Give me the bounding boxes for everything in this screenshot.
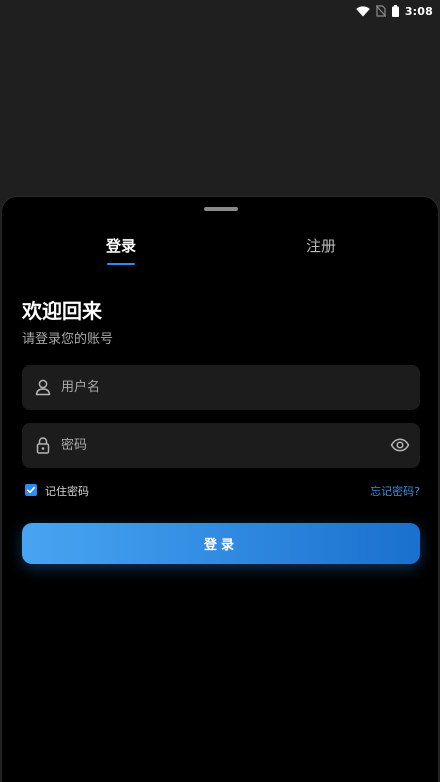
remember-label[interactable]: 记住密码 — [45, 483, 89, 499]
wifi-icon — [356, 5, 370, 16]
status-bar: 3:08 — [0, 0, 440, 22]
login-sheet: 登录 注册 欢迎回来 请登录您的账号 用户名 记住密码 忘记密码? 登录 — [1, 196, 439, 782]
no-sim-icon — [375, 5, 386, 17]
page-subtitle: 请登录您的账号 — [22, 332, 114, 347]
tab-register[interactable]: 注册 — [281, 235, 361, 267]
eye-icon[interactable] — [390, 435, 410, 455]
tab-login-label: 登录 — [105, 237, 136, 255]
login-options-row: 记住密码 忘记密码? — [22, 481, 420, 499]
password-input[interactable] — [61, 423, 381, 468]
tab-login[interactable]: 登录 — [81, 235, 161, 267]
battery-icon — [391, 5, 399, 17]
username-field — [22, 365, 420, 410]
tab-register-label: 注册 — [305, 237, 336, 255]
tab-active-indicator — [107, 263, 135, 265]
user-icon — [35, 379, 51, 396]
checkmark-icon — [27, 486, 36, 494]
page-title: 欢迎回来 — [22, 299, 102, 323]
forgot-password-link[interactable]: 忘记密码? — [370, 483, 420, 499]
password-field — [22, 423, 420, 468]
tab-bar: 登录 注册 — [2, 235, 440, 267]
lock-icon — [36, 437, 50, 454]
drag-handle[interactable] — [204, 207, 238, 211]
status-time: 3:08 — [404, 4, 433, 18]
app-screen: 3:08 登录 注册 欢迎回来 请登录您的账号 用户名 记住密码 忘记密码? 登… — [0, 0, 440, 782]
login-button[interactable]: 登录 — [22, 523, 420, 564]
username-input[interactable] — [61, 365, 381, 410]
remember-checkbox[interactable] — [25, 484, 37, 496]
